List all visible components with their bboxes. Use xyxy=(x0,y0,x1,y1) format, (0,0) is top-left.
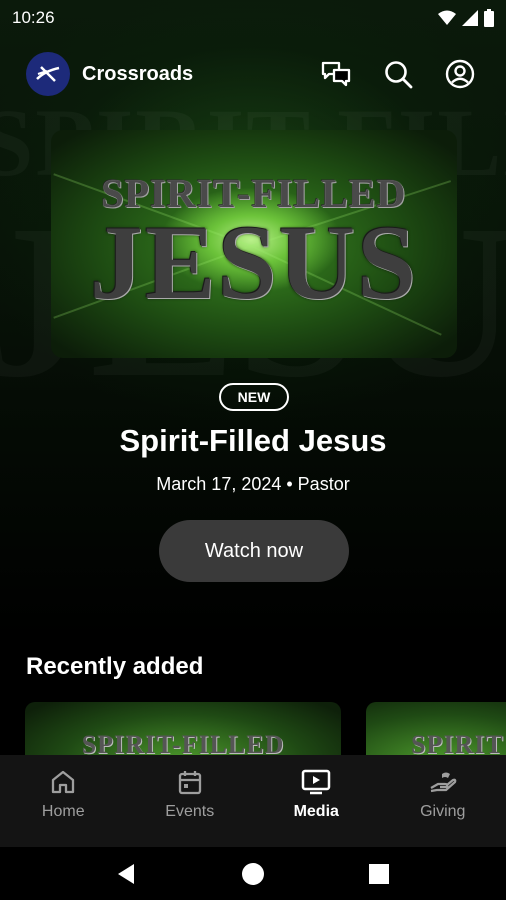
recents-button[interactable] xyxy=(364,859,394,889)
nav-label-home: Home xyxy=(41,803,85,820)
nav-label-giving: Giving xyxy=(420,803,466,820)
app-title: Crossroads xyxy=(82,63,194,85)
status-time: 10:26 xyxy=(12,8,55,27)
app-bar: Crossroads xyxy=(0,50,506,100)
nav-item-home[interactable]: Home xyxy=(0,755,127,847)
system-nav-bar xyxy=(0,847,506,900)
hero-art-line2: JESUS xyxy=(89,204,419,321)
home-icon xyxy=(48,767,78,797)
back-button[interactable] xyxy=(111,859,141,889)
bottom-nav: Home Events Media Giving xyxy=(0,755,506,847)
chat-icon xyxy=(321,61,351,87)
nav-label-events: Events xyxy=(165,803,215,820)
crossroads-logo-icon xyxy=(36,66,60,82)
home-circle-icon xyxy=(242,863,264,885)
giving-hand-icon xyxy=(428,767,458,797)
recent-thumbnail[interactable]: SPIRIT xyxy=(366,702,506,762)
battery-icon xyxy=(484,9,494,27)
status-icons xyxy=(438,9,494,27)
app-actions xyxy=(320,58,476,90)
chat-button[interactable] xyxy=(320,58,352,90)
tv-play-icon xyxy=(301,767,331,797)
calendar-icon xyxy=(175,767,205,797)
hero-title: Spirit-Filled Jesus xyxy=(119,423,387,458)
home-system-button[interactable] xyxy=(238,859,268,889)
nav-label-media: Media xyxy=(293,803,339,820)
recents-square-icon xyxy=(369,864,389,884)
wifi-icon xyxy=(438,10,456,25)
nav-item-media[interactable]: Media xyxy=(253,755,380,847)
nav-item-giving[interactable]: Giving xyxy=(380,755,506,847)
search-icon xyxy=(385,61,413,89)
recently-added-title: Recently added xyxy=(26,653,204,680)
nav-item-events[interactable]: Events xyxy=(127,755,254,847)
app-logo[interactable] xyxy=(26,52,70,96)
status-bar: 10:26 xyxy=(0,0,506,36)
signal-icon xyxy=(462,10,478,26)
hero-meta: March 17, 2024 • Pastor xyxy=(156,474,350,494)
account-button[interactable] xyxy=(444,58,476,90)
hero-artwork[interactable]: SPIRIT-FILLED JESUS xyxy=(51,130,457,358)
back-triangle-icon xyxy=(118,864,134,884)
watch-now-button[interactable]: Watch now xyxy=(159,520,349,582)
new-badge: NEW xyxy=(219,383,289,411)
account-icon xyxy=(445,59,475,89)
search-button[interactable] xyxy=(382,58,414,90)
recent-thumbnail[interactable]: SPIRIT-FILLED xyxy=(25,702,341,762)
